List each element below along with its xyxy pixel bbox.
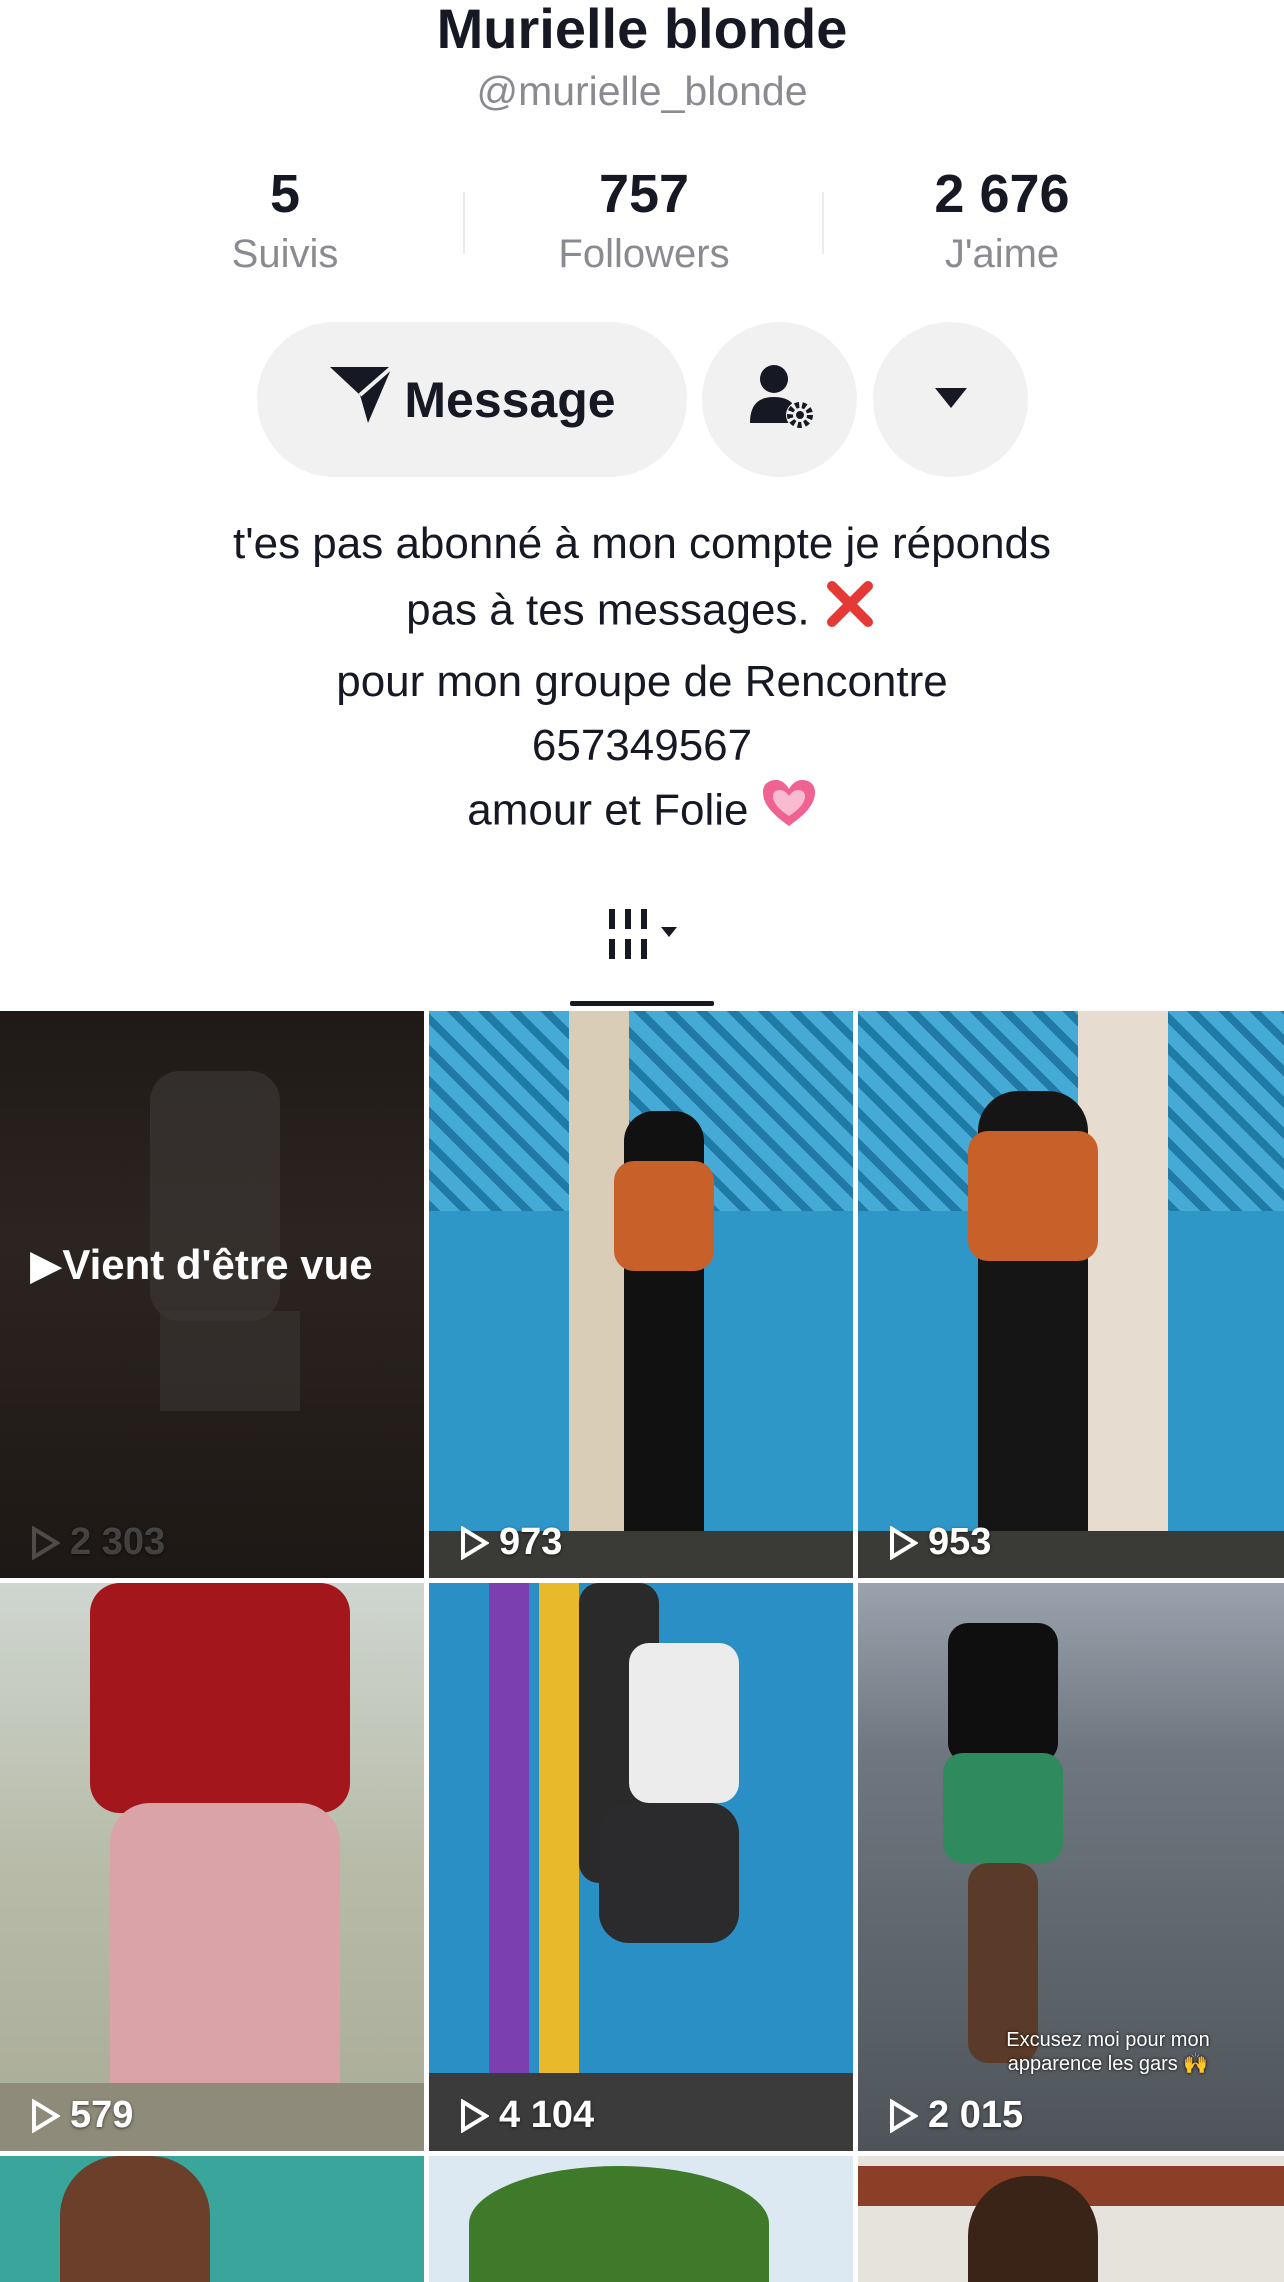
profile-name: Murielle blonde bbox=[436, 0, 848, 60]
bio-line: pour mon groupe de Rencontre bbox=[336, 657, 948, 706]
caret-down-icon bbox=[931, 382, 971, 417]
cross-mark-emoji bbox=[822, 576, 878, 650]
video-thumbnail[interactable]: 4 104 bbox=[429, 1583, 853, 2151]
video-thumbnail[interactable]: 953 bbox=[858, 1011, 1284, 1578]
stat-followers-value: 757 bbox=[598, 164, 690, 224]
more-options-button[interactable] bbox=[873, 322, 1028, 477]
view-count: 953 bbox=[888, 1521, 991, 1564]
growing-heart-emoji bbox=[761, 778, 817, 848]
user-gear-icon bbox=[740, 357, 820, 442]
just-viewed-label: ▶Vient d'être vue bbox=[30, 1241, 373, 1288]
video-thumbnail[interactable]: 579 bbox=[0, 1583, 424, 2151]
profile-actions: Message bbox=[0, 322, 1284, 477]
video-thumbnail[interactable]: Excusez moi pour mon apparence les gars … bbox=[858, 1583, 1284, 2151]
view-count: 4 104 bbox=[459, 2094, 594, 2137]
grid-icon bbox=[605, 909, 685, 969]
bio-line: pas à tes messages. bbox=[0, 576, 1284, 650]
stat-followers-label: Followers bbox=[558, 232, 730, 276]
stat-followers[interactable]: 757 Followers bbox=[494, 162, 794, 277]
tab-indicator bbox=[570, 1001, 714, 1006]
video-thumbnail[interactable] bbox=[429, 2156, 853, 2282]
view-count: 2 015 bbox=[888, 2094, 1023, 2137]
profile-bio: t'es pas abonné à mon compte je réponds … bbox=[0, 512, 1284, 848]
stat-divider bbox=[822, 192, 824, 254]
message-button[interactable]: Message bbox=[257, 322, 687, 477]
stat-likes[interactable]: 2 676 J'aime bbox=[852, 162, 1152, 277]
profile-stats: 5 Suivis 757 Followers 2 676 J'aime bbox=[0, 162, 1284, 292]
stat-following-label: Suivis bbox=[231, 232, 339, 276]
view-count: 579 bbox=[30, 2094, 133, 2137]
message-button-label: Message bbox=[404, 371, 616, 428]
bio-line: 657349567 bbox=[531, 721, 753, 770]
stat-divider bbox=[463, 192, 465, 254]
video-thumbnail[interactable]: ▶Vient d'être vue 2 303 bbox=[0, 1011, 424, 1578]
video-thumbnail[interactable]: 973 bbox=[429, 1011, 853, 1578]
stat-following-value: 5 bbox=[269, 164, 301, 224]
view-count: 973 bbox=[459, 1521, 562, 1564]
bio-line: amour et Folie bbox=[0, 778, 1284, 848]
profile-handle: @murielle_blonde bbox=[476, 68, 808, 114]
send-icon bbox=[328, 363, 394, 437]
stat-likes-value: 2 676 bbox=[934, 164, 1070, 224]
tab-videos[interactable] bbox=[605, 905, 685, 965]
view-count: 2 303 bbox=[30, 1521, 165, 1564]
video-thumbnail[interactable] bbox=[858, 2156, 1284, 2282]
stat-following[interactable]: 5 Suivis bbox=[135, 162, 435, 277]
video-caption: Excusez moi pour mon apparence les gars … bbox=[1006, 2029, 1210, 2075]
profile-settings-button[interactable] bbox=[702, 322, 857, 477]
bio-line: t'es pas abonné à mon compte je réponds bbox=[232, 519, 1052, 568]
video-thumbnail[interactable] bbox=[0, 2156, 424, 2282]
stat-likes-label: J'aime bbox=[944, 232, 1060, 276]
